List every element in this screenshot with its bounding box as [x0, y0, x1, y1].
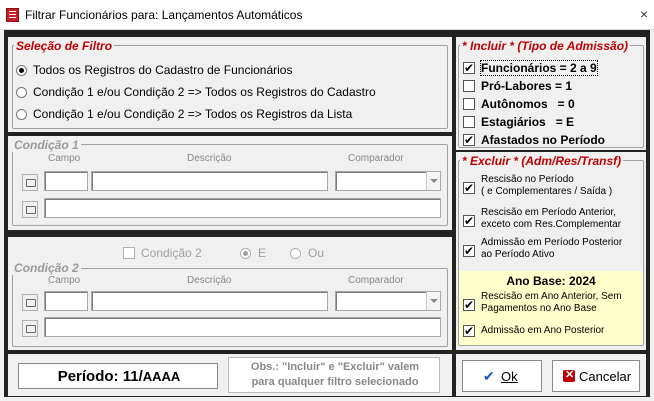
periodo-text: Período: 11/AAAA: [19, 368, 219, 385]
descricao-header: Descrição: [187, 153, 232, 164]
incluir-legend: * Incluir * (Tipo de Admissão): [460, 39, 631, 53]
comparador-header: Comparador: [348, 153, 404, 164]
excluir-legend: * Excluir * (Adm/Res/Transf): [460, 154, 624, 168]
checkbox[interactable]: [463, 60, 475, 76]
checkbox[interactable]: [123, 247, 135, 259]
periodo-label: Período: 11/: [57, 368, 143, 385]
app-icon: [6, 8, 19, 22]
checkbox[interactable]: [463, 243, 475, 259]
ano-base-box: Ano Base: 2024 Rescisão em Ano Anterior,…: [459, 271, 643, 345]
checkbox[interactable]: [463, 80, 475, 92]
incluir-panel: * Incluir * (Tipo de Admissão) Funcionár…: [456, 37, 646, 150]
condicao2-panel: Condição 2 E Ou Condição 2 Campo Descriç…: [8, 237, 452, 350]
comparador-select[interactable]: [335, 171, 441, 191]
valor-input[interactable]: [44, 317, 441, 337]
title-bar: Filtrar Funcionários para: Lançamentos A…: [0, 0, 654, 30]
condicao1-legend: Condição 1: [12, 138, 81, 152]
close-icon[interactable]: ×: [640, 6, 648, 22]
radio-button[interactable]: [16, 109, 27, 120]
footer-left: Período: 11/AAAA Obs.: "Incluir" e "Excl…: [8, 354, 452, 396]
excluir-panel: * Excluir * (Adm/Res/Transf) Rescisão no…: [456, 152, 646, 350]
checkbox-label: Pró-Labores = 1: [481, 79, 573, 93]
radio-label: E: [258, 246, 267, 260]
descricao-input[interactable]: [91, 171, 328, 191]
checkbox[interactable]: [463, 297, 475, 313]
condicao1-panel: Condição 1 Campo Descrição Comparador: [8, 136, 452, 230]
campo-header: Campo: [48, 153, 81, 164]
window-title: Filtrar Funcionários para: Lançamentos A…: [25, 8, 303, 22]
checkbox-label: Admissão em Período Posterior ao Período…: [481, 237, 622, 261]
checkbox-label: Autônomos = 0: [481, 97, 575, 111]
descricao-header: Descrição: [187, 275, 232, 286]
periodo-box: Período: 11/AAAA: [18, 363, 218, 389]
obs-line: Obs.: "Incluir" e "Excluir" valem: [250, 361, 420, 373]
comparador-select[interactable]: [335, 291, 441, 311]
checkbox-label: Rescisão no Período ( e Complementares /…: [481, 174, 612, 198]
radio-label: Condição 1 e/ou Condição 2 => Todos os R…: [33, 85, 376, 99]
chevron-down-icon[interactable]: [426, 292, 440, 310]
campo-header: Campo: [48, 275, 81, 286]
comparador-header: Comparador: [348, 275, 404, 286]
label-line: exceto com Res.Complementar: [481, 219, 622, 230]
selecao-legend: Seleção de Filtro: [14, 39, 115, 53]
checkbox[interactable]: [463, 213, 475, 229]
label-line: ( e Complementares / Saída ): [481, 186, 613, 197]
descricao-input[interactable]: [91, 291, 328, 311]
obs-box: Obs.: "Incluir" e "Excluir" valem para q…: [228, 357, 440, 393]
label-line: ao Período Ativo: [481, 249, 555, 260]
radio-label: Ou: [308, 246, 325, 260]
cancel-icon: ✕: [563, 369, 575, 382]
folder-icon[interactable]: [22, 174, 38, 191]
campo-input[interactable]: [44, 291, 88, 311]
label-line: Rescisão em Período Anterior,: [481, 207, 617, 218]
radio-label: Todos os Registros do Cadastro de Funcio…: [33, 63, 293, 77]
label-line: Rescisão no Período: [481, 174, 574, 185]
footer-right: ✔ Ok ✕ Cancelar: [456, 354, 646, 396]
checkbox[interactable]: [463, 116, 475, 128]
cancel-label: Cancelar: [579, 369, 632, 384]
folder-icon[interactable]: [22, 294, 38, 311]
selecao-panel: Seleção de Filtro Todos os Registros do …: [8, 37, 452, 132]
label-line: Pagamentos no Ano Base: [481, 303, 597, 314]
checkbox[interactable]: [463, 132, 475, 148]
ano-base-title: Ano Base: 2024: [506, 274, 596, 288]
folder-icon[interactable]: [22, 320, 38, 337]
checkbox[interactable]: [463, 323, 475, 339]
ok-label: Ok: [501, 369, 518, 384]
radio-button[interactable]: [16, 87, 27, 98]
checkbox-label: Rescisão em Ano Anterior, Sem Pagamentos…: [481, 291, 622, 315]
obs-line: para qualquer filtro selecionado: [251, 376, 419, 388]
checkbox-label: Condição 2: [141, 246, 202, 260]
radio-button[interactable]: [16, 65, 27, 76]
campo-input[interactable]: [44, 171, 88, 191]
obs-text: Obs.: "Incluir" e "Excluir" valem para q…: [229, 360, 441, 390]
chevron-down-icon[interactable]: [426, 172, 440, 190]
radio-button[interactable]: [290, 248, 301, 259]
check-icon: ✔: [483, 368, 495, 384]
checkbox-label: Rescisão em Período Anterior, exceto com…: [481, 207, 621, 231]
cancel-button[interactable]: ✕ Cancelar: [552, 360, 640, 392]
checkbox[interactable]: [463, 98, 475, 110]
label-line: Rescisão em Ano Anterior, Sem: [481, 291, 622, 302]
checkbox-label: Admissão em Ano Posterior: [481, 325, 605, 336]
ok-button[interactable]: ✔ Ok: [462, 360, 542, 392]
label-line: Admissão em Período Posterior: [481, 237, 623, 248]
checkbox-label: Estagiários = E: [481, 115, 575, 129]
valor-input[interactable]: [44, 198, 441, 218]
checkbox-label: Afastados no Período: [481, 133, 606, 147]
condicao2-legend: Condição 2: [12, 261, 81, 275]
folder-icon[interactable]: [22, 201, 38, 218]
periodo-suffix: AAAA: [142, 369, 181, 384]
radio-label: Condição 1 e/ou Condição 2 => Todos os R…: [33, 107, 353, 121]
checkbox-label: Funcionários = 2 a 9: [480, 60, 598, 76]
checkbox[interactable]: [463, 180, 475, 196]
radio-button[interactable]: [240, 248, 251, 259]
